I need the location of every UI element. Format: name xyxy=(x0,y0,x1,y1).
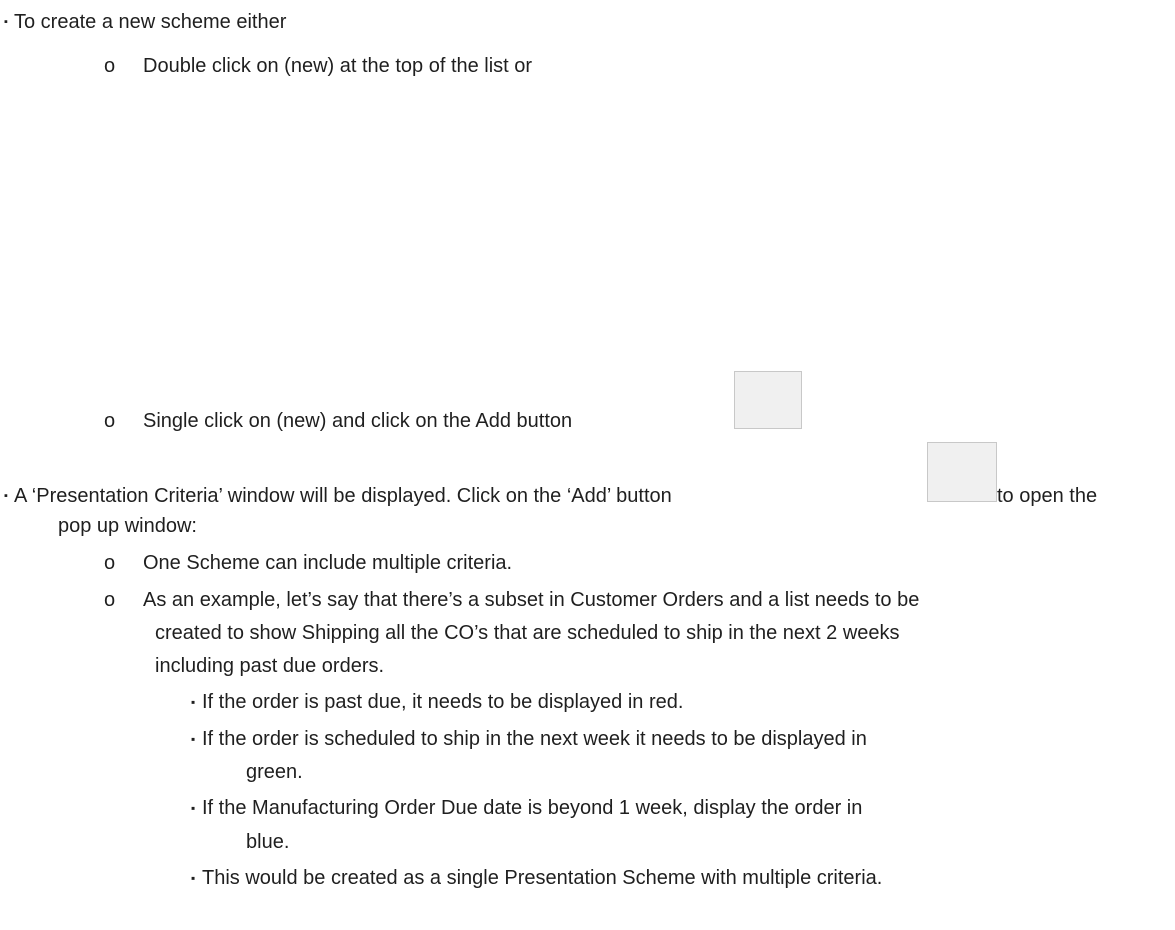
sub-sub-bullet-marker: ▪ xyxy=(191,695,196,709)
bullet-text-popup-window: pop up window: xyxy=(58,515,197,537)
bullet-marker: ▪ xyxy=(4,490,8,502)
sub-sub-bullet-text-past-due: If the order is past due, it needs to be… xyxy=(202,691,684,713)
sub-sub-bullet-text-next-week-cont: green. xyxy=(246,761,303,783)
sub-sub-bullet-text-single-scheme: This would be created as a single Presen… xyxy=(202,867,883,889)
sub-sub-bullet-text-beyond-week-cont: blue. xyxy=(246,831,290,853)
bullet-text-create-scheme: To create a new scheme either xyxy=(14,11,287,33)
sub-bullet-text-example-cont1: created to show Shipping all the CO’s th… xyxy=(155,622,900,644)
sub-bullet-text-example-cont2: including past due orders. xyxy=(155,655,385,677)
sub-bullet-text-double-click: Double click on (new) at the top of the … xyxy=(143,55,533,77)
sub-bullet-text-multiple-criteria: One Scheme can include multiple criteria… xyxy=(143,552,513,574)
sub-sub-bullet-text-beyond-week: If the Manufacturing Order Due date is b… xyxy=(202,797,863,819)
sub-bullet-marker: o xyxy=(104,410,116,432)
sub-sub-bullet-marker: ▪ xyxy=(191,801,196,815)
sub-sub-bullet-marker: ▪ xyxy=(191,871,196,885)
sub-bullet-text-example: As an example, let’s say that there’s a … xyxy=(143,589,920,611)
bullet-text-to-open: to open the xyxy=(997,485,1098,507)
sub-bullet-marker: o xyxy=(104,589,116,611)
sub-sub-bullet-marker: ▪ xyxy=(191,732,196,746)
sub-bullet-marker: o xyxy=(104,55,116,77)
sub-bullet-text-single-click: Single click on (new) and click on the A… xyxy=(143,410,573,432)
add-button-image xyxy=(734,371,802,429)
sub-bullet-marker: o xyxy=(104,552,116,574)
bullet-marker: ▪ xyxy=(4,16,8,28)
bullet-text-presentation-criteria: A ‘Presentation Criteria’ window will be… xyxy=(14,485,672,507)
add-button-image xyxy=(927,442,997,502)
sub-sub-bullet-text-next-week: If the order is scheduled to ship in the… xyxy=(202,728,867,750)
